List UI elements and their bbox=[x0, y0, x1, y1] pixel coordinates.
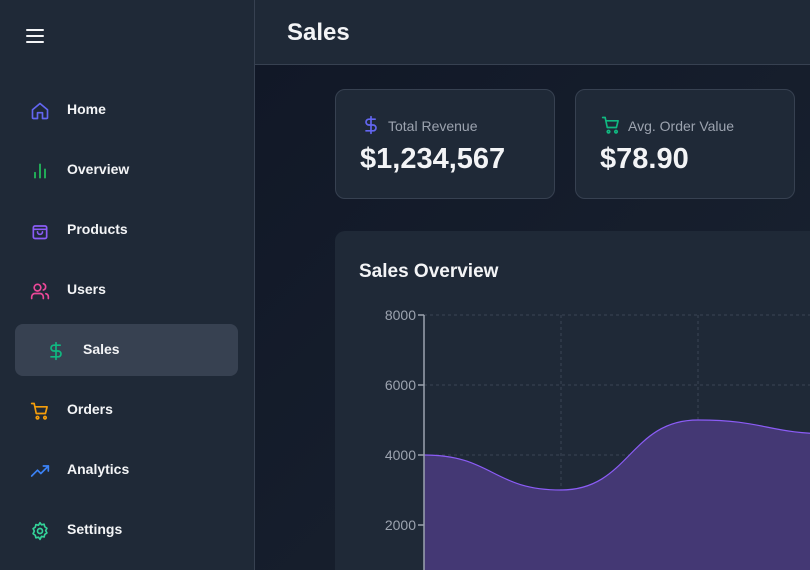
home-icon bbox=[29, 100, 51, 122]
cart-icon bbox=[600, 114, 622, 136]
sidebar-item-label: Home bbox=[67, 101, 106, 117]
sidebar-item-label: Analytics bbox=[67, 461, 130, 477]
sidebar-item-label: Settings bbox=[67, 521, 123, 537]
y-tick-label: 8000 bbox=[385, 307, 416, 323]
shopping-bag-icon bbox=[29, 220, 51, 242]
sidebar-item-sales[interactable]: Sales bbox=[15, 324, 238, 376]
series-area bbox=[424, 420, 810, 570]
sidebar: Home Overview Products Users Sales Order… bbox=[0, 0, 255, 570]
sidebar-nav: Home Overview Products Users Sales Order… bbox=[0, 84, 255, 564]
sales-area-chart: 8000 6000 4000 2000 bbox=[385, 307, 810, 570]
y-tick-label: 2000 bbox=[385, 517, 416, 533]
main-content: Total Revenue $1,234,567 Avg. Order Valu… bbox=[255, 65, 810, 570]
stat-card-total-revenue: Total Revenue $1,234,567 bbox=[335, 89, 555, 199]
stat-value: $78.90 bbox=[600, 143, 689, 175]
sidebar-item-products[interactable]: Products bbox=[15, 204, 238, 256]
sidebar-item-analytics[interactable]: Analytics bbox=[15, 444, 238, 496]
sidebar-item-label: Users bbox=[67, 281, 106, 297]
sidebar-item-label: Products bbox=[67, 221, 128, 237]
sidebar-item-orders[interactable]: Orders bbox=[15, 384, 238, 436]
sales-overview-chart-card: Sales Overview 8000 6000 4000 2000 bbox=[335, 231, 810, 570]
sidebar-item-label: Sales bbox=[83, 341, 120, 357]
sidebar-item-label: Overview bbox=[67, 161, 130, 177]
hamburger-menu-button[interactable] bbox=[20, 23, 50, 49]
stat-label: Total Revenue bbox=[388, 118, 478, 134]
users-icon bbox=[29, 280, 51, 302]
stat-card-avg-order-value: Avg. Order Value $78.90 bbox=[575, 89, 795, 199]
cart-icon bbox=[29, 400, 51, 422]
stat-label: Avg. Order Value bbox=[628, 118, 735, 134]
sidebar-item-users[interactable]: Users bbox=[15, 264, 238, 316]
gear-icon bbox=[29, 520, 51, 542]
bar-chart-icon bbox=[29, 160, 51, 182]
trending-up-icon bbox=[29, 460, 51, 482]
page-title: Sales bbox=[287, 19, 350, 46]
sidebar-item-overview[interactable]: Overview bbox=[15, 144, 238, 196]
stat-value: $1,234,567 bbox=[360, 143, 506, 175]
dollar-icon bbox=[360, 114, 382, 136]
sidebar-item-home[interactable]: Home bbox=[15, 84, 238, 136]
dollar-icon bbox=[45, 340, 67, 362]
page-header: Sales bbox=[255, 0, 810, 65]
y-tick-label: 4000 bbox=[385, 447, 416, 463]
sidebar-item-label: Orders bbox=[67, 401, 113, 417]
app: Home Overview Products Users Sales Order… bbox=[0, 0, 810, 570]
hamburger-icon bbox=[26, 29, 44, 43]
sidebar-item-settings[interactable]: Settings bbox=[15, 504, 238, 556]
y-tick-label: 6000 bbox=[385, 377, 416, 393]
